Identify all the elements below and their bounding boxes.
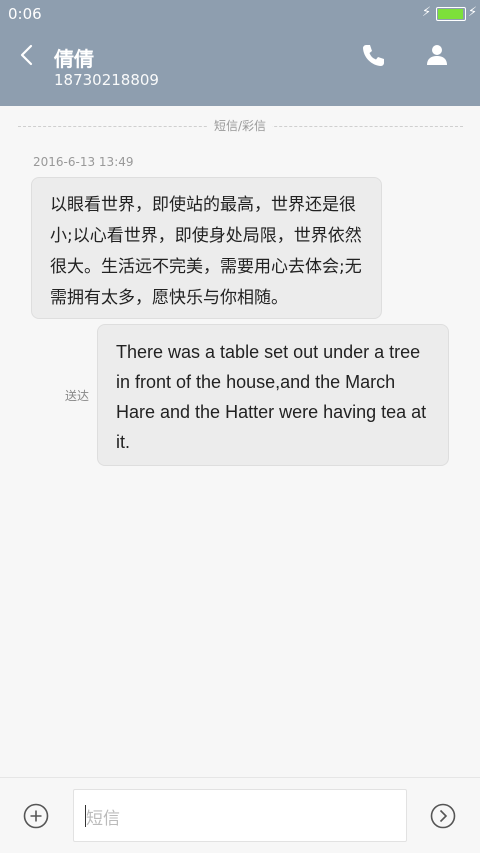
- delivery-status: 送达: [65, 389, 90, 403]
- header-bar: 0:06 ⚡ ⚡ 倩倩 18730218809: [0, 0, 480, 106]
- separator-label: 短信/彩信: [0, 117, 480, 134]
- outgoing-message-bubble[interactable]: There was a table set out under a tree i…: [97, 324, 449, 466]
- contact-number: 18730218809: [54, 71, 159, 89]
- battery-icon: [436, 7, 466, 21]
- status-time: 0:06: [8, 5, 42, 23]
- charging-icon: ⚡: [468, 5, 478, 20]
- message-timestamp: 2016-6-13 13:49: [33, 155, 134, 169]
- send-icon[interactable]: [430, 803, 456, 829]
- status-bar: 0:06 ⚡ ⚡: [0, 0, 480, 28]
- incoming-message-bubble[interactable]: 以眼看世界，即使站的最高，世界还是很小;以心看世界，即使身处局限，世界依然很大。…: [31, 177, 382, 319]
- contact-name: 倩倩: [54, 47, 94, 71]
- incoming-message-text: 以眼看世界，即使站的最高，世界还是很小;以心看世界，即使身处局限，世界依然很大。…: [50, 195, 362, 308]
- text-cursor: [85, 805, 86, 827]
- person-icon[interactable]: [424, 42, 450, 68]
- outgoing-message-text: There was a table set out under a tree i…: [116, 342, 427, 452]
- message-input[interactable]: 短信: [73, 789, 407, 842]
- battery-level: [438, 9, 464, 19]
- phone-icon[interactable]: [360, 42, 386, 68]
- charging-icon: ⚡: [422, 5, 432, 20]
- back-arrow-icon[interactable]: [16, 42, 40, 68]
- add-icon[interactable]: [23, 803, 49, 829]
